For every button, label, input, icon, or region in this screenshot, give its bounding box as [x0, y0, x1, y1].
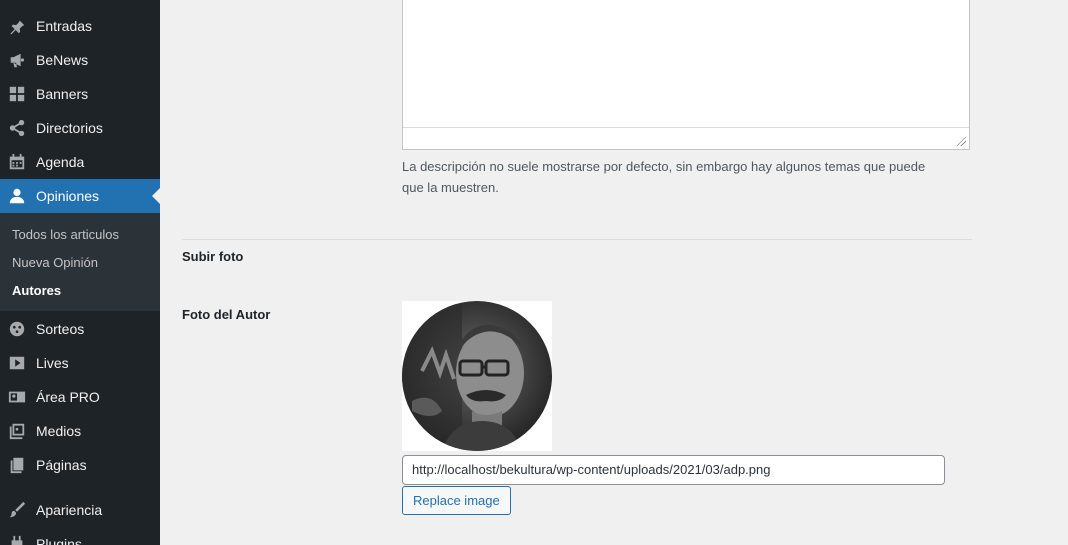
menu-item-apariencia[interactable]: Apariencia	[0, 493, 160, 527]
section-title-subir-foto: Subir foto	[182, 249, 244, 264]
menu-label: Directorios	[36, 120, 103, 136]
pages-icon	[7, 455, 27, 475]
author-photo	[402, 301, 552, 451]
menu-item-plugins[interactable]: Plugins	[0, 527, 160, 545]
admin-sidebar: Entradas BeNews Banners Directorios Agen…	[0, 0, 160, 545]
share-icon	[7, 118, 27, 138]
menu-item-area-pro[interactable]: Área PRO	[0, 380, 160, 414]
author-photo-image	[402, 301, 552, 451]
plugin-icon	[7, 534, 27, 545]
calendar-icon	[7, 152, 27, 172]
photo-field-label: Foto del Autor	[182, 307, 271, 322]
menu-label: Entradas	[36, 18, 93, 34]
menu-label: Plugins	[36, 536, 82, 545]
replace-image-button[interactable]: Replace image	[402, 486, 511, 515]
photo-url-input[interactable]: http://localhost/bekultura/wp-content/up…	[402, 455, 945, 485]
submenu-todos-los-articulos[interactable]: Todos los articulos	[12, 227, 119, 242]
menu-item-agenda[interactable]: Agenda	[0, 145, 160, 179]
description-help-text: La descripción no suele mostrarse por de…	[402, 159, 926, 195]
menu-item-medios[interactable]: Medios	[0, 414, 160, 448]
opiniones-submenu: Todos los articulos Nueva Opinión Autore…	[0, 213, 160, 311]
section-divider	[182, 239, 972, 240]
media-icon	[7, 421, 27, 441]
menu-label: Banners	[36, 86, 89, 102]
menu-item-opiniones[interactable]: Opiniones	[0, 179, 160, 213]
sorteos-icon	[7, 319, 27, 339]
menu-item-banners[interactable]: Banners	[0, 77, 160, 111]
menu-label: Área PRO	[36, 389, 100, 405]
menu-label: BeNews	[36, 52, 89, 68]
menu-item-benews[interactable]: BeNews	[0, 43, 160, 77]
resize-grip-icon[interactable]	[957, 137, 966, 146]
menu-label: Agenda	[36, 154, 85, 170]
menu-label: Medios	[36, 423, 82, 439]
menu-label: Opiniones	[36, 188, 100, 204]
megaphone-icon	[7, 50, 27, 70]
menu-item-directorios[interactable]: Directorios	[0, 111, 160, 145]
biography-textarea[interactable]	[402, 0, 970, 150]
menu-label: Apariencia	[36, 502, 103, 518]
submenu-nueva-opinion[interactable]: Nueva Opinión	[12, 255, 98, 270]
menu-item-sorteos[interactable]: Sorteos	[0, 312, 160, 346]
menu-item-paginas[interactable]: Páginas	[0, 448, 160, 482]
pin-icon	[7, 16, 27, 36]
id-card-icon	[7, 387, 27, 407]
menu-item-entradas[interactable]: Entradas	[0, 9, 160, 43]
menu-label: Páginas	[36, 457, 87, 473]
menu-item-lives[interactable]: Lives	[0, 346, 160, 380]
video-icon	[7, 353, 27, 373]
menu-label: Lives	[36, 355, 69, 371]
brush-icon	[7, 500, 27, 520]
submenu-autores[interactable]: Autores	[12, 283, 61, 298]
menu-label: Sorteos	[36, 321, 85, 337]
grid-icon	[7, 84, 27, 104]
user-icon	[7, 186, 27, 206]
textarea-resize-bar	[403, 127, 969, 149]
